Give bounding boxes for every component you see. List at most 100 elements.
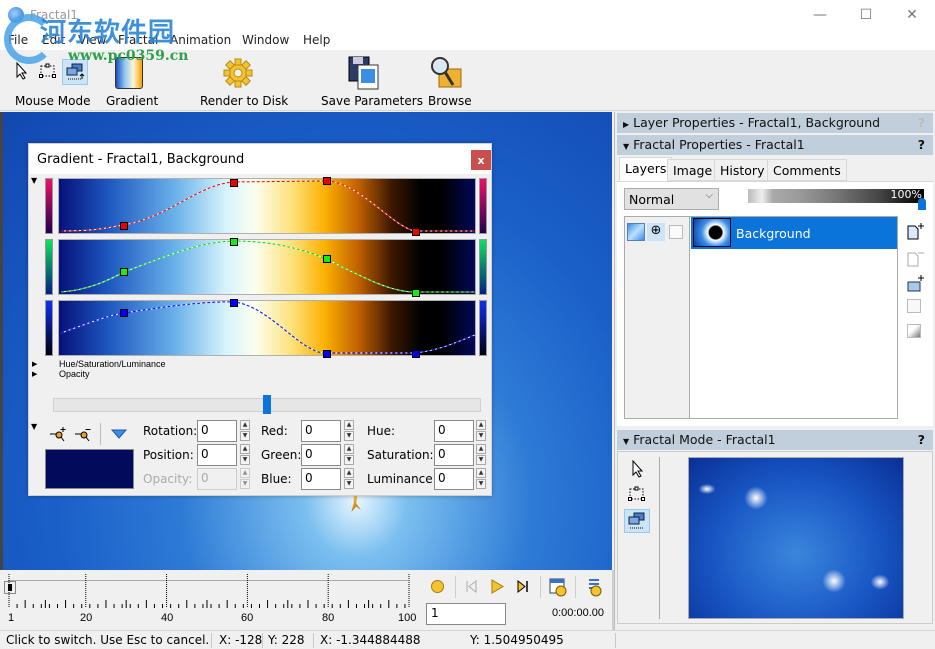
fractal-mode-header[interactable]: ▼ Fractal Mode - Fractal1 ? <box>617 430 933 450</box>
separator <box>211 633 212 648</box>
red-spinner[interactable]: ▲ ▼ <box>344 420 354 442</box>
new-layer-icon[interactable] <box>906 222 926 242</box>
dialog-title: Gradient - Fractal1, Background <box>37 152 245 167</box>
tab-history[interactable]: History <box>714 159 771 181</box>
red-control-point[interactable] <box>230 179 238 187</box>
luminance-spinner[interactable]: ▲ ▼ <box>476 468 486 490</box>
layer-row-background[interactable]: Background <box>691 217 897 249</box>
pointer-tool-icon[interactable] <box>631 460 645 478</box>
blue-input[interactable]: 0 <box>301 468 341 490</box>
blue-label: Blue: <box>261 472 292 486</box>
opacity-thumb[interactable] <box>918 198 926 210</box>
close-button[interactable]: ✕ <box>889 0 935 30</box>
gear-icon[interactable] <box>222 57 254 89</box>
expand-arrow-icon[interactable]: ▶ <box>32 370 37 378</box>
layer-mask-checkbox[interactable] <box>669 225 683 239</box>
red-control-point[interactable] <box>323 177 331 185</box>
select-rect-tool-icon[interactable] <box>628 486 646 502</box>
menu-animation[interactable]: Animation <box>170 33 231 47</box>
browse-icon[interactable] <box>429 55 463 91</box>
red-channel-editor[interactable] <box>58 177 476 236</box>
saturation-spinner[interactable]: ▲ ▼ <box>476 444 486 466</box>
window-mode-tool-button[interactable] <box>624 509 650 533</box>
collapse-arrow-icon[interactable]: ▼ <box>31 422 37 431</box>
dialog-close-button[interactable]: x <box>471 150 491 170</box>
layer-style-icon[interactable] <box>907 299 921 313</box>
record-button[interactable] <box>431 580 444 593</box>
help-icon[interactable]: ? <box>918 115 925 130</box>
collapse-arrow-icon[interactable]: ▼ <box>31 176 37 185</box>
first-frame-icon[interactable] <box>465 580 477 593</box>
menu-help[interactable]: Help <box>303 33 330 47</box>
layer-visibility-icon[interactable] <box>627 223 645 241</box>
help-icon[interactable]: ? <box>918 432 925 447</box>
add-point-icon[interactable] <box>49 424 69 442</box>
last-frame-icon[interactable] <box>516 580 530 593</box>
windows-icon <box>628 512 645 529</box>
remove-point-icon[interactable] <box>74 424 94 442</box>
watermark-url: www.pc0359.cn <box>68 48 189 64</box>
blue-channel-editor[interactable] <box>58 299 476 358</box>
tick-label: 20 <box>80 612 93 624</box>
position-input[interactable]: 0 <box>197 444 237 466</box>
green-input[interactable]: 0 <box>301 444 341 466</box>
opacity-section-label[interactable]: Opacity <box>59 369 90 379</box>
green-control-point[interactable] <box>120 268 128 276</box>
splitter[interactable] <box>612 570 614 630</box>
blue-channel-bar-left <box>45 300 53 356</box>
blue-spinner[interactable]: ▲ ▼ <box>344 468 354 490</box>
green-channel-editor[interactable] <box>58 238 476 297</box>
green-control-point[interactable] <box>412 289 420 297</box>
zoom-lock-icon[interactable]: ⊕ <box>647 223 665 241</box>
hue-spinner[interactable]: ▲ ▼ <box>476 420 486 442</box>
new-folder-icon[interactable] <box>906 274 926 294</box>
tab-image[interactable]: Image <box>667 159 719 181</box>
rotation-spinner[interactable]: ▲ ▼ <box>240 420 250 442</box>
pointer-tool-icon[interactable] <box>15 62 29 80</box>
blue-control-point[interactable] <box>412 350 420 358</box>
layer-properties-header[interactable]: ▶ Layer Properties - Fractal1, Backgroun… <box>617 113 933 133</box>
hue-input[interactable]: 0 <box>434 420 474 442</box>
slider-thumb[interactable] <box>263 395 271 414</box>
fractal-properties-title: Fractal Properties - Fractal1 <box>633 137 805 152</box>
blend-mode-select[interactable]: Normal ⌵ <box>624 188 719 210</box>
blue-control-point[interactable] <box>120 309 128 317</box>
opacity-label: Opacity: <box>143 472 193 486</box>
red-control-point[interactable] <box>412 228 420 236</box>
tab-comments[interactable]: Comments <box>767 159 847 181</box>
position-spinner[interactable]: ▲ ▼ <box>240 444 250 466</box>
maximize-button[interactable]: ☐ <box>843 0 889 30</box>
tab-layers[interactable]: Layers <box>619 157 673 181</box>
red-control-point[interactable] <box>120 222 128 230</box>
dropdown-triangle-icon[interactable] <box>111 429 127 439</box>
opacity-bar[interactable]: 100% <box>748 188 924 203</box>
expand-arrow-icon[interactable]: ▶ <box>32 360 37 368</box>
saturation-input[interactable]: 0 <box>434 444 474 466</box>
fractal-preview[interactable] <box>688 457 904 619</box>
play-icon[interactable] <box>490 579 504 594</box>
green-control-point[interactable] <box>323 255 331 263</box>
help-icon[interactable]: ? <box>918 137 925 152</box>
selected-color-swatch[interactable] <box>45 449 134 489</box>
layer-mask-icon[interactable] <box>907 324 921 338</box>
red-input[interactable]: 0 <box>301 420 341 442</box>
fractal-properties-header[interactable]: ▼ Fractal Properties - Fractal1 ? <box>617 135 933 155</box>
green-spinner[interactable]: ▲ ▼ <box>344 444 354 466</box>
select-rect-tool-icon[interactable] <box>39 63 57 79</box>
menu-window[interactable]: Window <box>242 33 289 47</box>
dialog-title-bar[interactable]: Gradient - Fractal1, Background x <box>29 144 491 174</box>
blue-control-point[interactable] <box>230 299 238 307</box>
hue-label: Hue: <box>367 424 396 438</box>
green-control-point[interactable] <box>230 238 238 246</box>
blue-control-point[interactable] <box>323 350 331 358</box>
animation-settings-icon[interactable] <box>548 577 568 597</box>
hsl-section-label[interactable]: Hue/Saturation/Luminance <box>59 359 166 369</box>
green-label: Green: <box>261 448 302 462</box>
save-parameters-icon[interactable] <box>347 55 381 91</box>
minimize-button[interactable]: — <box>797 0 843 30</box>
luminance-input[interactable]: 0 <box>434 468 474 490</box>
frame-input[interactable]: 1 <box>426 603 506 625</box>
separator <box>575 576 576 598</box>
rotation-input[interactable]: 0 <box>197 420 237 442</box>
keyframe-list-icon[interactable] <box>583 577 603 597</box>
